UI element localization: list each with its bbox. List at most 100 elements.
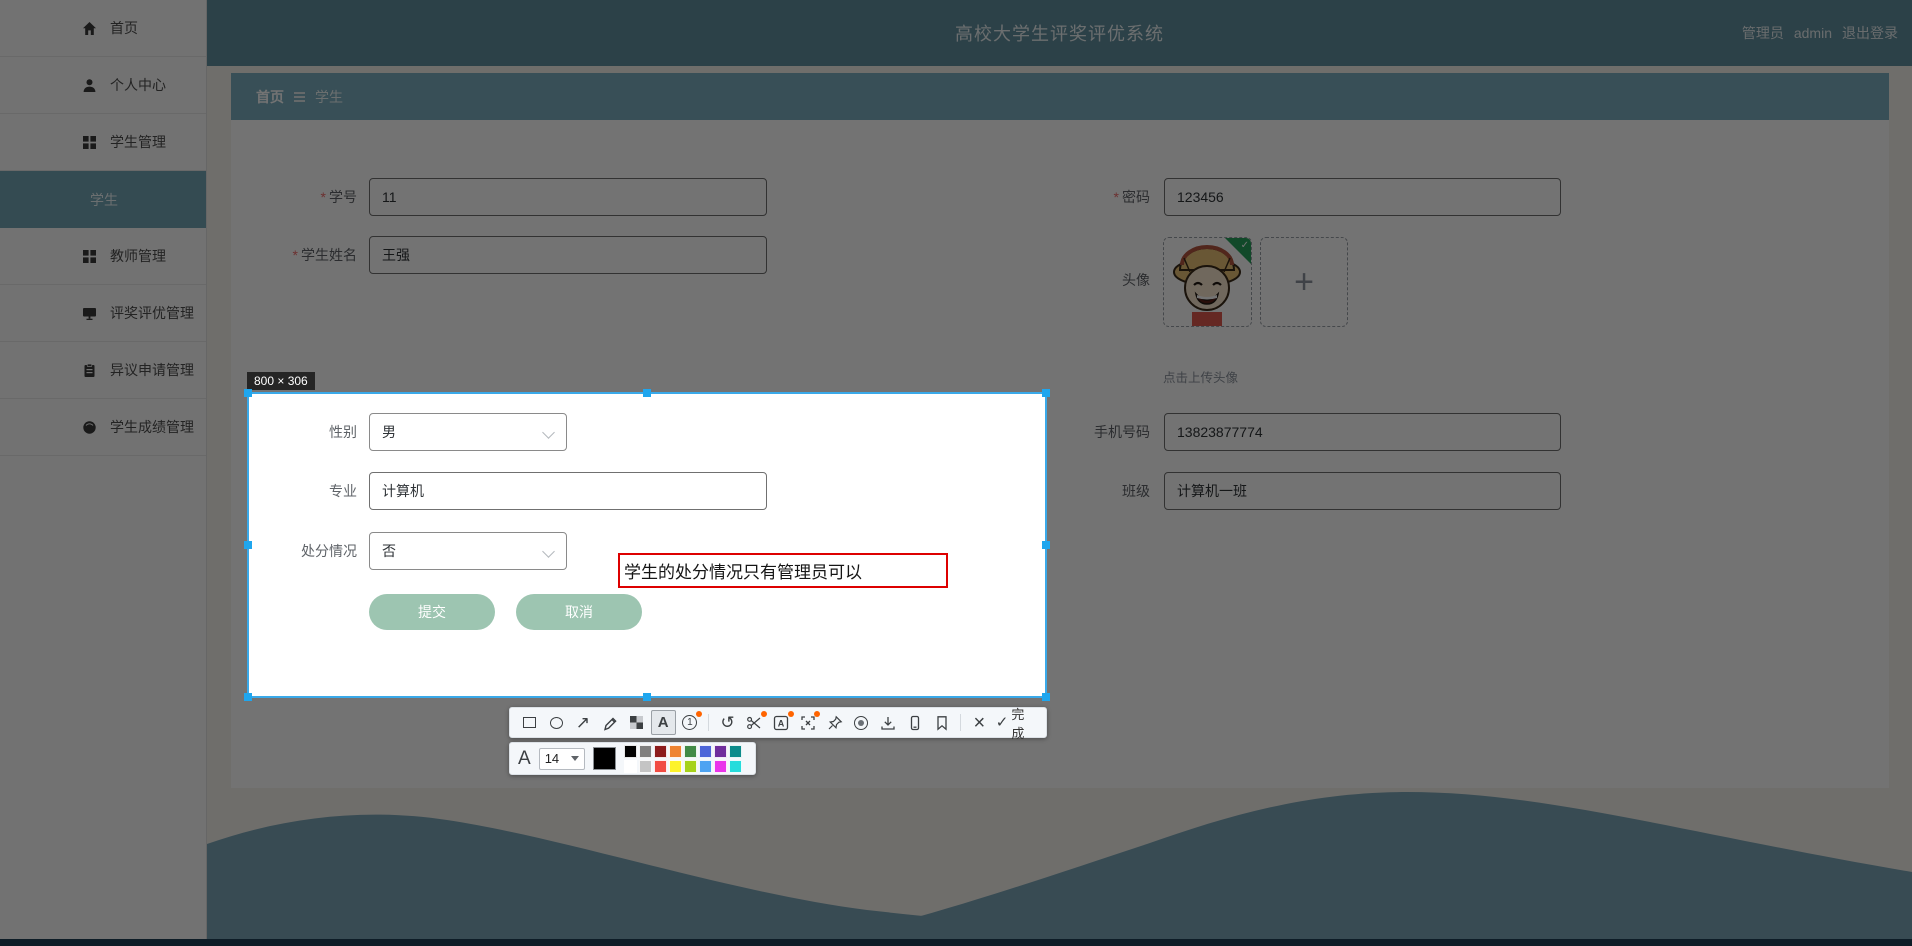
cut-tool-button[interactable] (742, 710, 767, 735)
arrow-tool-button[interactable]: ↗ (571, 710, 596, 735)
step-number-icon: 1 (682, 715, 697, 730)
color-swatch[interactable] (684, 760, 697, 773)
sidebar-item-label: 教师管理 (110, 246, 166, 266)
sidebar: 首页 个人中心 学生管理 学生 教师管理 评奖评优管理 异议申请管理 学生成绩管… (0, 0, 207, 946)
cancel-snip-button[interactable]: × (967, 710, 992, 735)
avatar-thumbnail[interactable]: ✓ (1163, 237, 1252, 327)
password-input[interactable] (1164, 178, 1561, 216)
breadcrumb: 首页 学生 (231, 73, 1889, 120)
color-swatch[interactable] (624, 745, 637, 758)
phone-input[interactable] (1164, 413, 1561, 451)
resize-handle-mid-right[interactable] (1042, 541, 1050, 549)
taskbar-strip (0, 939, 1912, 946)
breadcrumb-current: 学生 (315, 87, 343, 107)
ellipse-tool-button[interactable] (544, 710, 569, 735)
app-title: 高校大学生评奖评优系统 (207, 20, 1912, 46)
resize-handle-top-left[interactable] (244, 389, 252, 397)
color-swatch[interactable] (654, 745, 667, 758)
sidebar-item-profile[interactable]: 个人中心 (0, 57, 206, 114)
color-swatch[interactable] (669, 745, 682, 758)
region-recognize-tool-button[interactable] (796, 710, 821, 735)
avatar-upload-button[interactable]: + (1260, 237, 1348, 327)
required-asterisk: * (1114, 189, 1119, 205)
student-name-input[interactable] (369, 236, 767, 274)
notification-dot (788, 711, 794, 717)
sidebar-item-award-mgmt[interactable]: 评奖评优管理 (0, 285, 206, 342)
finish-label: 完成 (1011, 704, 1037, 742)
resize-handle-bottom-center[interactable] (643, 693, 651, 701)
current-color-swatch[interactable] (593, 747, 616, 770)
mosaic-tool-button[interactable] (624, 710, 649, 735)
sidebar-item-student-mgmt[interactable]: 学生管理 (0, 114, 206, 171)
avatar-upload-hint: 点击上传头像 (1163, 367, 1238, 386)
color-swatch[interactable] (654, 760, 667, 773)
sidebar-item-student-active[interactable]: 学生 (0, 171, 206, 228)
check-icon: ✓ (1241, 240, 1249, 251)
home-icon (82, 21, 97, 36)
color-swatch[interactable] (669, 760, 682, 773)
clipboard-icon (82, 363, 97, 378)
ocr-icon: A (773, 715, 789, 731)
sidebar-item-teacher-mgmt[interactable]: 教师管理 (0, 228, 206, 285)
toolbar-divider (960, 714, 961, 731)
logout-link[interactable]: 退出登录 (1842, 23, 1898, 43)
color-swatch[interactable] (639, 745, 652, 758)
user-icon (82, 78, 97, 93)
color-swatch[interactable] (699, 745, 712, 758)
monitor-icon (82, 306, 97, 321)
font-size-select[interactable]: 14 (539, 748, 585, 770)
app-header: 高校大学生评奖评优系统 管理员 admin 退出登录 (207, 0, 1912, 66)
step-number-tool-button[interactable]: 1 (678, 710, 703, 735)
sidebar-item-objection-mgmt[interactable]: 异议申请管理 (0, 342, 206, 399)
snip-toolbar: ↗ A 1 ↺ A (509, 707, 1047, 738)
resize-handle-top-center[interactable] (643, 389, 651, 397)
sidebar-item-label: 首页 (110, 18, 138, 38)
ellipse-icon (550, 717, 563, 729)
finish-snip-button[interactable]: ✓ 完成 (994, 710, 1039, 735)
font-icon: A (518, 748, 531, 770)
ocr-tool-button[interactable]: A (769, 710, 794, 735)
resize-handle-bottom-right[interactable] (1042, 693, 1050, 701)
snip-text-options-toolbar: A 14 (509, 742, 756, 775)
sidebar-item-home[interactable]: 首页 (0, 0, 206, 57)
color-swatch[interactable] (714, 760, 727, 773)
password-label: *密码 (1000, 178, 1150, 216)
pencil-tool-button[interactable] (597, 710, 622, 735)
color-swatch[interactable] (699, 760, 712, 773)
breadcrumb-home[interactable]: 首页 (256, 87, 284, 107)
save-download-button[interactable] (876, 710, 901, 735)
toolbar-divider (708, 714, 709, 731)
sidebar-item-grades-mgmt[interactable]: 学生成绩管理 (0, 399, 206, 456)
text-tool-button[interactable]: A (651, 710, 676, 735)
student-id-input[interactable] (369, 178, 767, 216)
sidebar-item-label: 个人中心 (110, 75, 166, 95)
sidebar-item-label: 异议申请管理 (110, 360, 194, 380)
snip-size-label: 800 × 306 (247, 372, 315, 390)
color-swatch[interactable] (684, 745, 697, 758)
color-swatch[interactable] (714, 745, 727, 758)
record-tool-button[interactable] (849, 710, 874, 735)
color-palette (624, 745, 742, 773)
color-swatch[interactable] (729, 745, 742, 758)
resize-handle-bottom-left[interactable] (244, 693, 252, 701)
close-icon: × (974, 713, 986, 733)
arrow-icon: ↗ (576, 714, 590, 731)
snip-selection-region[interactable]: 800 × 306 (247, 392, 1047, 698)
resize-handle-top-right[interactable] (1042, 389, 1050, 397)
undo-button[interactable]: ↺ (715, 710, 740, 735)
username: admin (1794, 25, 1832, 41)
color-swatch[interactable] (624, 760, 637, 773)
bookmark-tool-button[interactable] (929, 710, 954, 735)
plus-icon: + (1294, 263, 1314, 302)
grid-icon (82, 135, 97, 150)
class-input[interactable] (1164, 472, 1561, 510)
check-icon: ✓ (996, 715, 1009, 730)
color-swatch[interactable] (729, 760, 742, 773)
resize-handle-mid-left[interactable] (244, 541, 252, 549)
rectangle-tool-button[interactable] (517, 710, 542, 735)
sidebar-item-label: 学生成绩管理 (110, 417, 194, 437)
dropdown-arrow-icon (571, 756, 579, 761)
send-to-phone-button[interactable] (903, 710, 928, 735)
pin-tool-button[interactable] (822, 710, 847, 735)
color-swatch[interactable] (639, 760, 652, 773)
